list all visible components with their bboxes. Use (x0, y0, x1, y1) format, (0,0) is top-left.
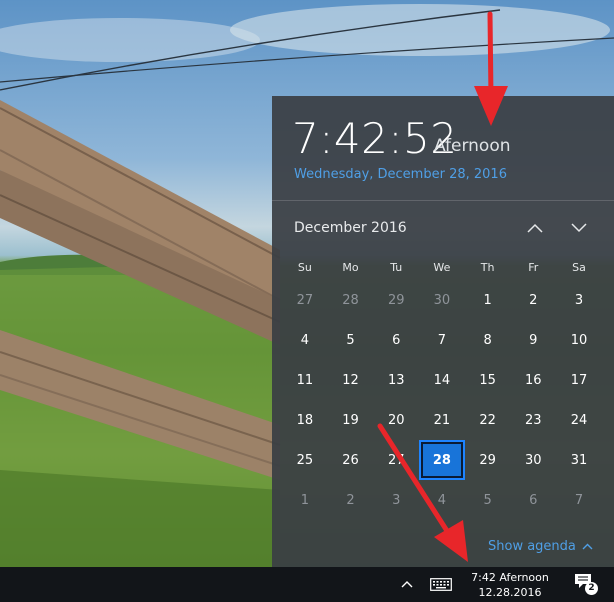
taskbar-date: 12.28.2016 (478, 586, 542, 599)
calendar-day[interactable]: 9 (510, 320, 556, 360)
calendar-day[interactable]: 25 (282, 440, 328, 480)
calendar-week-row: 18 19 20 21 22 23 24 (282, 400, 602, 440)
calendar-day[interactable]: 5 (328, 320, 374, 360)
calendar-day[interactable]: 15 (465, 360, 511, 400)
calendar-week-row: 25 26 27 28 29 30 31 (282, 440, 602, 480)
calendar-day[interactable]: 17 (556, 360, 602, 400)
calendar-day[interactable]: 22 (465, 400, 511, 440)
calendar-day[interactable]: 20 (373, 400, 419, 440)
chevron-up-icon (527, 223, 543, 233)
day-of-week-label: Mo (342, 261, 359, 274)
calendar-day[interactable]: 30 (419, 280, 465, 320)
day-of-week-label: Fr (528, 261, 539, 274)
calendar-day[interactable]: 1 (465, 280, 511, 320)
day-of-week-label: Th (480, 261, 495, 274)
clock-date-link[interactable]: Wednesday, December 28, 2016 (294, 167, 507, 182)
day-of-week-label: Su (297, 261, 312, 274)
show-hidden-icons-button[interactable] (398, 575, 416, 593)
calendar-day[interactable]: 16 (510, 360, 556, 400)
previous-month-button[interactable] (520, 214, 550, 242)
chevron-down-icon (571, 223, 587, 233)
calendar-week-row: 4 5 6 7 8 9 10 (282, 320, 602, 360)
clock-header: 7:42:52 Afernoon Wednesday, December 28,… (272, 96, 614, 201)
calendar-day[interactable]: 1 (282, 480, 328, 520)
next-month-button[interactable] (564, 214, 594, 242)
calendar-day[interactable]: 31 (556, 440, 602, 480)
calendar-grid: Su Mo Tu We Th Fr Sa 27 28 29 30 1 2 3 4 5 6 7 8 9 10 11 12 13… (282, 256, 602, 520)
calendar-day[interactable]: 6 (510, 480, 556, 520)
calendar-day[interactable]: 13 (373, 360, 419, 400)
keyboard-icon (430, 577, 452, 591)
calendar-day[interactable]: 26 (328, 440, 374, 480)
calendar-week-row: 27 28 29 30 1 2 3 (282, 280, 602, 320)
calendar-week-row: 11 12 13 14 15 16 17 (282, 360, 602, 400)
day-of-week-label: We (433, 261, 451, 274)
calendar-day[interactable]: 28 (328, 280, 374, 320)
taskbar: 7:42 Afernoon 12.28.2016 2 (0, 567, 614, 602)
calendar-day[interactable]: 18 (282, 400, 328, 440)
taskbar-clock[interactable]: 7:42 Afernoon 12.28.2016 (470, 570, 550, 600)
show-agenda-link[interactable]: Show agenda (488, 539, 593, 554)
calendar-day[interactable]: 4 (282, 320, 328, 360)
calendar-day[interactable]: 30 (510, 440, 556, 480)
calendar-week-row: 1234567 (282, 480, 602, 520)
chevron-up-icon (401, 581, 413, 588)
calendar-day[interactable]: 11 (282, 360, 328, 400)
touch-keyboard-button[interactable] (428, 575, 454, 593)
calendar-day[interactable]: 27 (373, 440, 419, 480)
action-center-button[interactable]: 2 (574, 573, 598, 595)
calendar-day[interactable]: 6 (373, 320, 419, 360)
calendar-day[interactable]: 8 (465, 320, 511, 360)
calendar-day[interactable]: 24 (556, 400, 602, 440)
calendar-day[interactable]: 29 (465, 440, 511, 480)
calendar-day[interactable]: 5 (465, 480, 511, 520)
clock-time: 7:42:52 (292, 114, 458, 163)
calendar-day[interactable]: 10 (556, 320, 602, 360)
calendar-day[interactable]: 3 (556, 280, 602, 320)
calendar-day[interactable]: 27 (282, 280, 328, 320)
calendar-day[interactable]: 2 (510, 280, 556, 320)
calendar-day-today[interactable]: 28 (419, 440, 465, 480)
taskbar-time: 7:42 Afernoon (471, 571, 549, 584)
days-of-week-row: Su Mo Tu We Th Fr Sa (282, 256, 602, 280)
day-of-week-label: Tu (390, 261, 403, 274)
calendar-day[interactable]: 23 (510, 400, 556, 440)
calendar-flyout: 7:42:52 Afernoon Wednesday, December 28,… (272, 96, 614, 567)
calendar-weeks: 27 28 29 30 1 2 3 4 5 6 7 8 9 10 11 12 13 14 15 16 17 18 19 20 2… (282, 280, 602, 520)
notification-count-badge: 2 (585, 582, 598, 595)
chevron-up-icon (582, 543, 593, 550)
calendar-day[interactable]: 7 (419, 320, 465, 360)
calendar-day[interactable]: 4 (419, 480, 465, 520)
calendar-day[interactable]: 2 (328, 480, 374, 520)
calendar-day[interactable]: 7 (556, 480, 602, 520)
calendar-day[interactable]: 12 (328, 360, 374, 400)
calendar-day[interactable]: 19 (328, 400, 374, 440)
show-agenda-label: Show agenda (488, 539, 576, 554)
calendar-day[interactable]: 29 (373, 280, 419, 320)
clock-period: Afernoon (434, 136, 511, 156)
calendar-day[interactable]: 3 (373, 480, 419, 520)
month-title[interactable]: December 2016 (294, 220, 407, 236)
calendar-day[interactable]: 14 (419, 360, 465, 400)
day-of-week-label: Sa (572, 261, 586, 274)
calendar-day[interactable]: 21 (419, 400, 465, 440)
